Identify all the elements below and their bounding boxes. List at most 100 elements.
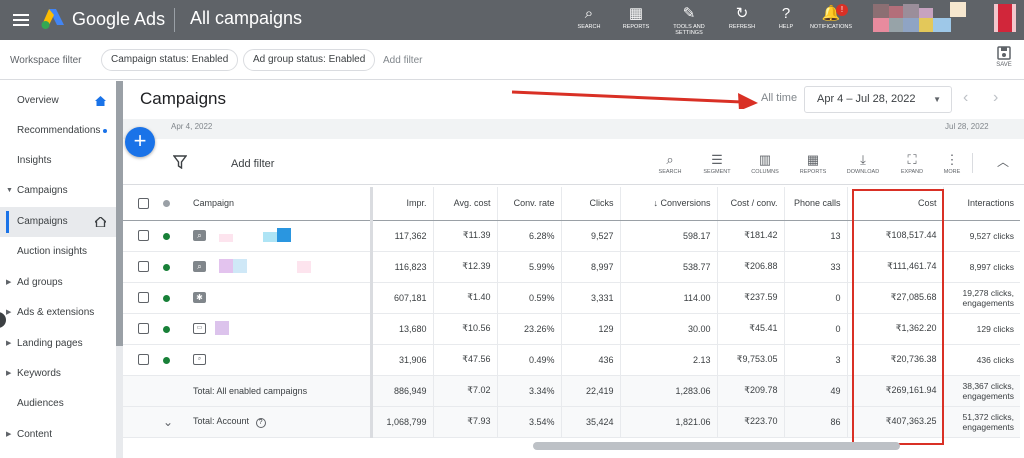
enabled-status-dot[interactable] — [163, 232, 170, 240]
all-time-label: All time — [761, 92, 798, 104]
cell-interactions: 9,527 clicks — [942, 220, 1020, 252]
row-checkbox[interactable] — [137, 354, 149, 366]
table-reports-button[interactable]: ▦ REPORTS — [791, 151, 835, 175]
columns-icon: ▥ — [758, 152, 772, 167]
columns-button[interactable]: ▥ COLUMNS — [743, 151, 787, 175]
expand-button[interactable]: ⛶ EXPAND — [890, 151, 934, 175]
top-app-bar: Google Ads All campaigns ⌕ SEARCH ▦ REPO… — [0, 0, 1024, 40]
sidebar-item-recommendations[interactable]: Recommendations — [0, 116, 116, 146]
table-horizontal-scrollbar[interactable] — [533, 442, 900, 450]
cell-cost-per-conv: ₹9,753.05 — [716, 344, 784, 376]
sidebar-group-ad-groups[interactable]: ▶ Ad groups — [0, 268, 116, 298]
add-workspace-filter[interactable]: Add filter — [383, 55, 422, 66]
performance-chart-strip: Apr 4, 2022 Jul 28, 2022 — [123, 119, 1024, 139]
cell-phone-calls: 33 — [783, 251, 847, 283]
expand-icon: ⛶ — [907, 152, 917, 167]
col-avg-cost[interactable]: Avg. cost — [432, 187, 497, 221]
more-button[interactable]: ⋮ MORE — [930, 151, 974, 175]
home-icon — [95, 217, 106, 227]
campaign-name-redacted[interactable] — [209, 227, 291, 244]
enabled-status-dot[interactable] — [163, 294, 170, 302]
brand-name: Google Ads — [72, 9, 166, 29]
campaign-name-redacted[interactable] — [209, 320, 229, 337]
row-checkbox[interactable] — [137, 230, 149, 242]
sidebar-item-auction-insights[interactable]: Auction insights — [0, 237, 116, 267]
help-icon[interactable]: ? — [255, 417, 266, 428]
col-phone-calls[interactable]: Phone calls — [783, 187, 847, 221]
row-checkbox[interactable] — [137, 261, 149, 273]
expand-total-chevron-icon[interactable]: ⌄ — [163, 406, 189, 438]
sidebar-item-label: Campaigns — [17, 185, 68, 196]
cell-cost-per-conv: ₹237.59 — [716, 282, 784, 314]
tools-settings-button[interactable]: ✎ TOOLS AND SETTINGS — [663, 4, 715, 36]
notifications-button[interactable]: 🔔 NOTIFICATIONS ! — [805, 4, 857, 30]
sidebar-group-campaigns[interactable]: ▼ Campaigns — [0, 176, 116, 206]
filter-chip-campaign-status[interactable]: Campaign status: Enabled — [101, 49, 239, 71]
cell-interactions: 38,367 clicks, engagements — [942, 375, 1020, 407]
search-button[interactable]: ⌕ SEARCH — [563, 4, 615, 30]
cell-cost-per-conv: ₹223.70 — [716, 406, 784, 438]
table-toolbar: Add filter ⌕ SEARCH ☰ SEGMENT ▥ COLUMNS ▦ RE… — [123, 141, 1024, 185]
col-cost-per-conv[interactable]: Cost / conv. — [716, 187, 784, 221]
next-period-button[interactable]: › — [993, 89, 998, 107]
page-title: All campaigns — [190, 8, 303, 28]
enabled-status-dot[interactable] — [163, 325, 170, 333]
save-button[interactable]: SAVE — [994, 46, 1014, 68]
cell-phone-calls: 86 — [783, 406, 847, 438]
workspace-filter-label[interactable]: Workspace filter — [10, 55, 82, 66]
filter-chip-ad-group-status[interactable]: Ad group status: Enabled — [243, 49, 376, 71]
col-impr[interactable]: Impr. — [370, 187, 433, 221]
row-checkbox[interactable] — [137, 323, 149, 335]
cell-conversions: 598.17 — [619, 220, 717, 252]
col-campaign[interactable]: Campaign — [189, 187, 360, 221]
filter-funnel-icon[interactable] — [173, 155, 187, 169]
previous-period-button[interactable]: ‹ — [963, 89, 968, 107]
sidebar-item-campaigns[interactable]: Campaigns — [0, 207, 116, 237]
cell-impr: 886,949 — [370, 375, 433, 407]
cell-conv-rate: 3.54% — [496, 406, 561, 438]
wrench-icon: ✎ — [682, 5, 696, 22]
cell-clicks: 436 — [560, 344, 620, 376]
col-conversions[interactable]: ↓ Conversions — [619, 187, 717, 221]
cell-clicks: 22,419 — [560, 375, 620, 407]
sidebar-item-audiences[interactable]: Audiences — [0, 389, 116, 419]
cell-impr: 116,823 — [370, 251, 433, 283]
col-clicks[interactable]: Clicks — [560, 187, 620, 221]
enabled-status-dot[interactable] — [163, 356, 170, 364]
sidebar-item-label: Auction insights — [17, 246, 88, 257]
cell-phone-calls: 3 — [783, 344, 847, 376]
sidebar-group-content[interactable]: ▶ Content — [0, 420, 116, 450]
cell-avg-cost: ₹47.56 — [432, 344, 497, 376]
col-interactions[interactable]: Interactions — [942, 187, 1020, 221]
col-conv-rate[interactable]: Conv. rate — [496, 187, 561, 221]
select-all-checkbox[interactable] — [137, 197, 149, 209]
cell-avg-cost: ₹1.40 — [432, 282, 497, 314]
segment-button[interactable]: ☰ SEGMENT — [695, 151, 739, 175]
sidebar-group-ads-extensions[interactable]: ▶ Ads & extensions — [0, 298, 116, 328]
cell-interactions: 19,278 clicks, engagements — [942, 282, 1020, 314]
segment-icon: ☰ — [711, 152, 723, 167]
date-range-picker[interactable]: Apr 4 – Jul 28, 2022 ▼ — [804, 86, 952, 113]
more-vert-icon: ⋮ — [945, 152, 959, 167]
table-search-button[interactable]: ⌕ SEARCH — [648, 151, 692, 175]
collapse-chevron-icon[interactable]: ︿ — [997, 153, 1009, 170]
sidebar-scrollbar-thumb[interactable] — [116, 81, 123, 346]
enabled-status-dot[interactable] — [163, 263, 170, 271]
cell-avg-cost: ₹7.02 — [432, 375, 497, 407]
sidebar-scrollbar[interactable] — [116, 81, 123, 458]
sidebar-group-keywords[interactable]: ▶ Keywords — [0, 359, 116, 389]
cell-interactions: 51,372 clicks, engagements — [942, 406, 1020, 438]
save-icon — [997, 46, 1011, 60]
add-table-filter[interactable]: Add filter — [231, 158, 274, 170]
sidebar-item-overview[interactable]: Overview — [0, 86, 116, 116]
row-checkbox[interactable] — [137, 292, 149, 304]
menu-icon[interactable] — [12, 11, 30, 29]
cell-interactions: 8,997 clicks — [942, 251, 1020, 283]
toolbar-label: REPORTS — [799, 169, 827, 175]
reports-button[interactable]: ▦ REPORTS — [610, 4, 662, 30]
download-button[interactable]: ⤓ DOWNLOAD — [841, 151, 885, 175]
sidebar-group-landing-pages[interactable]: ▶ Landing pages — [0, 329, 116, 359]
campaign-name-redacted[interactable] — [209, 258, 311, 275]
sidebar-item-insights[interactable]: Insights — [0, 146, 116, 176]
toolbar-label: EXPAND — [900, 169, 924, 175]
